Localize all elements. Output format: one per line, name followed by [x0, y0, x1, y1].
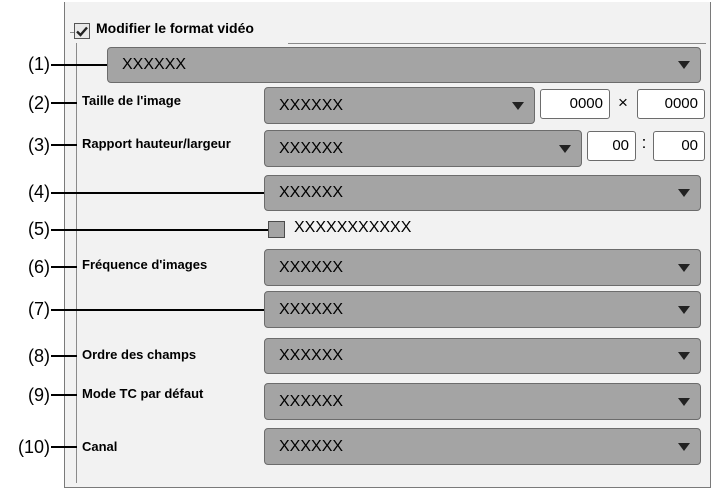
callout-1: (1)	[28, 54, 50, 74]
triangle-down-icon	[678, 305, 690, 314]
frame-size-separator: ×	[618, 93, 628, 112]
leader-5	[51, 229, 269, 231]
row7-dropdown[interactable]: XXXXXX	[264, 291, 701, 328]
channel-label: Canal	[82, 439, 118, 454]
leader-1	[51, 64, 107, 66]
aspect-ratio-dropdown-value: XXXXXX	[279, 139, 344, 157]
triangle-down-icon	[678, 352, 690, 360]
channel-dropdown-value: XXXXXX	[279, 437, 344, 455]
row5-checkbox[interactable]	[268, 221, 285, 238]
callout-8: (8)	[28, 346, 50, 366]
triangle-down-icon	[678, 189, 690, 197]
triangle-down-icon	[678, 61, 690, 69]
aspect-num-input[interactable]: 00	[587, 131, 636, 161]
row4-dropdown[interactable]: XXXXXX	[264, 175, 701, 211]
leader-7	[51, 309, 267, 311]
triangle-down-icon	[678, 397, 690, 406]
callout-3: (3)	[28, 135, 50, 155]
tc-mode-dropdown-value: XXXXXX	[279, 392, 344, 410]
leader-2	[51, 102, 77, 104]
aspect-den-input[interactable]: 00	[653, 131, 705, 161]
triangle-down-icon	[559, 144, 571, 153]
frame-size-dropdown[interactable]: XXXXXX	[264, 87, 535, 124]
callout-6: (6)	[28, 257, 50, 277]
callout-5: (5)	[28, 219, 50, 239]
field-order-dropdown[interactable]: XXXXXX	[264, 338, 701, 374]
leader-10	[51, 446, 77, 448]
triangle-down-icon	[512, 101, 524, 110]
row7-dropdown-value: XXXXXX	[279, 300, 344, 318]
aspect-ratio-separator: :	[641, 133, 647, 152]
triangle-down-icon	[678, 442, 690, 451]
tc-mode-label: Mode TC par défaut	[82, 386, 204, 401]
callout-9: (9)	[28, 385, 50, 405]
callout-7: (7)	[28, 299, 50, 319]
modify-format-title: Modifier le format vidéo	[96, 20, 254, 36]
leader-9	[51, 394, 77, 396]
callout-2: (2)	[28, 93, 50, 113]
leader-8	[51, 355, 77, 357]
format-dropdown-value: XXXXXX	[122, 56, 187, 73]
modify-format-checkbox[interactable]	[74, 23, 90, 39]
frame-rate-dropdown-value: XXXXXX	[279, 258, 344, 276]
frame-rate-label: Fréquence d'images	[82, 257, 208, 272]
leader-3	[51, 144, 77, 146]
frame-height-input[interactable]: 0000	[637, 89, 705, 119]
format-dropdown[interactable]: XXXXXX	[107, 47, 701, 83]
checkmark-icon	[76, 26, 88, 37]
triangle-down-icon	[678, 263, 690, 272]
frame-size-dropdown-value: XXXXXX	[279, 96, 344, 114]
leader-6	[51, 266, 77, 268]
frame-width-input[interactable]: 0000	[540, 89, 610, 119]
row4-dropdown-value: XXXXXX	[279, 184, 344, 201]
aspect-ratio-dropdown[interactable]: XXXXXX	[264, 130, 582, 167]
tc-mode-dropdown[interactable]: XXXXXX	[264, 383, 701, 420]
aspect-ratio-label: Rapport hauteur/largeur	[82, 136, 231, 151]
field-order-label: Ordre des champs	[82, 347, 197, 362]
callout-4: (4)	[28, 182, 50, 202]
field-order-dropdown-value: XXXXXX	[279, 347, 344, 364]
leader-4	[51, 192, 267, 194]
callout-10: (10)	[17, 437, 50, 457]
channel-dropdown[interactable]: XXXXXX	[264, 428, 701, 465]
frame-size-label: Taille de l'image	[82, 93, 181, 108]
row5-checkbox-label: XXXXXXXXXXX	[294, 219, 412, 236]
frame-rate-dropdown[interactable]: XXXXXX	[264, 249, 701, 286]
